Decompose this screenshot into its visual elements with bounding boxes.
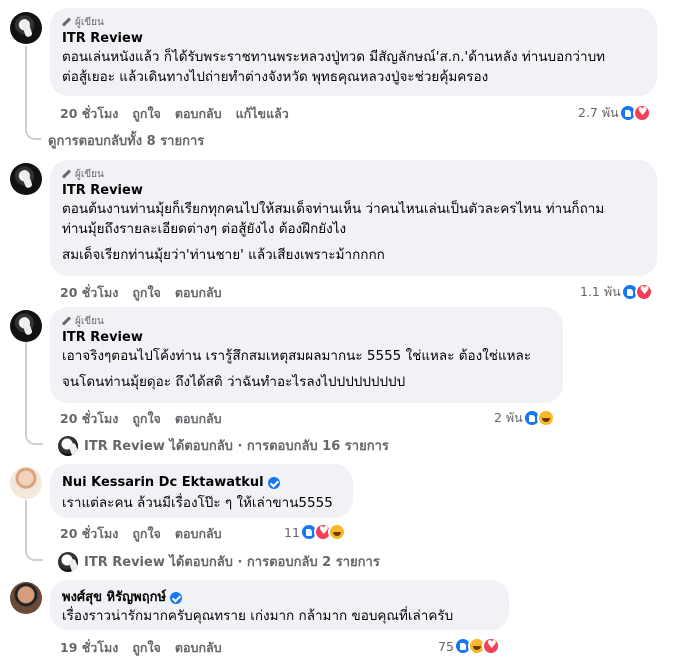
like-button[interactable]: ถูกใจ [132,283,161,303]
comment-bubble: ผู้เขียน ITR Review ตอนเล่นหนังแล้ว ก็ได… [50,8,657,96]
reaction-count: 1.1 พัน [580,284,621,299]
avatar-itr-review[interactable] [10,12,42,44]
comment-text-line: เราแต่ละคน ล้วนมีเรื่องโป๊ะ ๆ ให้เล่าขาน… [62,495,333,511]
comment-bubble: Nui Kessarin Dc Ektawatkul เราแต่ละคน ล้… [50,464,353,518]
reply-button[interactable]: ตอบกลับ [175,104,222,124]
reaction-count: 2 พัน [494,410,523,425]
comment-bubble: ผู้เขียน ITR Review ตอนต้นงานท่านมุ้ยก็เ… [50,160,657,276]
avatar-pongsuk[interactable] [10,582,42,614]
comment-time[interactable]: 20 ชั่วโมง [60,283,118,303]
haha-reaction-icon [327,523,346,541]
like-button[interactable]: ถูกใจ [132,638,161,658]
reply-button[interactable]: ตอบกลับ [175,638,222,658]
comment-author[interactable]: ITR Review [62,30,645,47]
like-button[interactable]: ถูกใจ [132,409,161,429]
comment-text-line: จนโดนท่านมุ้ยดุอะ ถึงได้สติ ว่าฉันทำอะไร… [62,374,406,390]
comment-time[interactable]: 20 ชั่วโมง [60,409,118,429]
reactions[interactable]: 75 [438,637,500,655]
comment-text-line: เอาจริงๆตอนไปโค้งท่าน เรารู้สึกสมเหตุสมผ… [62,348,532,364]
reactions[interactable]: 2.7 พัน [578,103,651,123]
like-button[interactable]: ถูกใจ [132,104,161,124]
avatar-itr-review[interactable] [10,163,42,195]
comment-text-line: ตอนเล่นหนังแล้ว ก็ได้รับพระราชทานพระหลวง… [62,49,606,65]
reactions[interactable]: 1.1 พัน [580,282,653,302]
avatar-itr-review [58,435,78,456]
love-reaction-icon [632,104,651,122]
comment-actions: 20 ชั่วโมง ถูกใจ ตอบกลับ [60,283,222,303]
comment-text-line: ตอนต้นงานท่านมุ้ยก็เรียกทุกคนไปให้สมเด็จ… [62,201,605,217]
comment-actions: 20 ชั่วโมง ถูกใจ ตอบกลับ [60,409,222,429]
avatar-itr-review[interactable] [10,310,42,342]
comment-actions: 20 ชั่วโมง ถูกใจ ตอบกลับ แก้ไขแล้ว [60,104,289,124]
comment-actions: 20 ชั่วโมง ถูกใจ ตอบกลับ [60,524,222,544]
pen-icon [62,317,71,326]
comment-time[interactable]: 20 ชั่วโมง [60,524,118,544]
replies-summary-link[interactable]: ITR Review ได้ตอบกลับ · การตอบกลับ 16 รา… [58,435,389,456]
view-replies-link[interactable]: ดูการตอบกลับทั้ง 8 รายการ [48,130,204,151]
author-badge: ผู้เขียน [62,315,551,328]
comment-bubble: พงศ์สุข หิรัญพฤกษ์ เรื่องราวน่ารักมากครั… [50,580,509,630]
reply-button[interactable]: ตอบกลับ [175,524,222,544]
reply-button[interactable]: ตอบกลับ [175,409,222,429]
reactions[interactable]: 2 พัน [494,408,555,428]
pen-icon [62,170,71,179]
reaction-count: 11 [284,524,300,540]
verified-badge-icon [170,591,183,604]
comment-author[interactable]: ITR Review [62,329,551,346]
pen-icon [62,18,71,27]
love-reaction-icon [481,637,500,655]
avatar-itr-review [58,551,78,572]
comment-text-line: ต่อสู้เยอะ แล้วเดินทางไปถ่ายทำต่างจังหวั… [62,69,489,85]
comment-time[interactable]: 20 ชั่วโมง [60,104,118,124]
edited-label[interactable]: แก้ไขแล้ว [236,104,289,124]
comment-text-line: ท่านมุ้ยถึงรายละเอียดต่างๆ ต่อสู้ยังไง ต… [62,221,347,237]
haha-reaction-icon [536,409,555,427]
reaction-count: 75 [438,638,454,654]
comment-text-line: เรื่องราวน่ารักมากครับคุณทราย เก่งมาก กล… [62,608,454,624]
reaction-count: 2.7 พัน [578,105,619,120]
comment-actions: 19 ชั่วโมง ถูกใจ ตอบกลับ [60,638,222,658]
thread-curve [25,540,43,561]
thread-line [25,46,27,130]
replies-summary-link[interactable]: ITR Review ได้ตอบกลับ · การตอบกลับ 2 ราย… [58,551,380,572]
thread-line [25,338,27,426]
author-badge: ผู้เขียน [62,16,645,29]
avatar-nui[interactable] [10,467,42,499]
thread-curve [25,120,41,140]
comment-time[interactable]: 19 ชั่วโมง [60,638,118,658]
comment-author[interactable]: พงศ์สุข หิรัญพฤกษ์ [62,589,497,606]
comment-author[interactable]: ITR Review [62,182,645,199]
comment-bubble: ผู้เขียน ITR Review เอาจริงๆตอนไปโค้งท่า… [50,307,563,403]
like-button[interactable]: ถูกใจ [132,524,161,544]
comment-text-line: สมเด็จเรียกท่านมุ้ยว่า'ท่านชาย' แล้วเสีย… [62,247,385,263]
author-badge: ผู้เขียน [62,168,645,181]
love-reaction-icon [634,283,653,301]
thread-curve [25,424,43,445]
comment-author[interactable]: Nui Kessarin Dc Ektawatkul [62,474,341,491]
verified-badge-icon [267,476,280,489]
reply-button[interactable]: ตอบกลับ [175,283,222,303]
reactions[interactable]: 11 [284,523,346,541]
